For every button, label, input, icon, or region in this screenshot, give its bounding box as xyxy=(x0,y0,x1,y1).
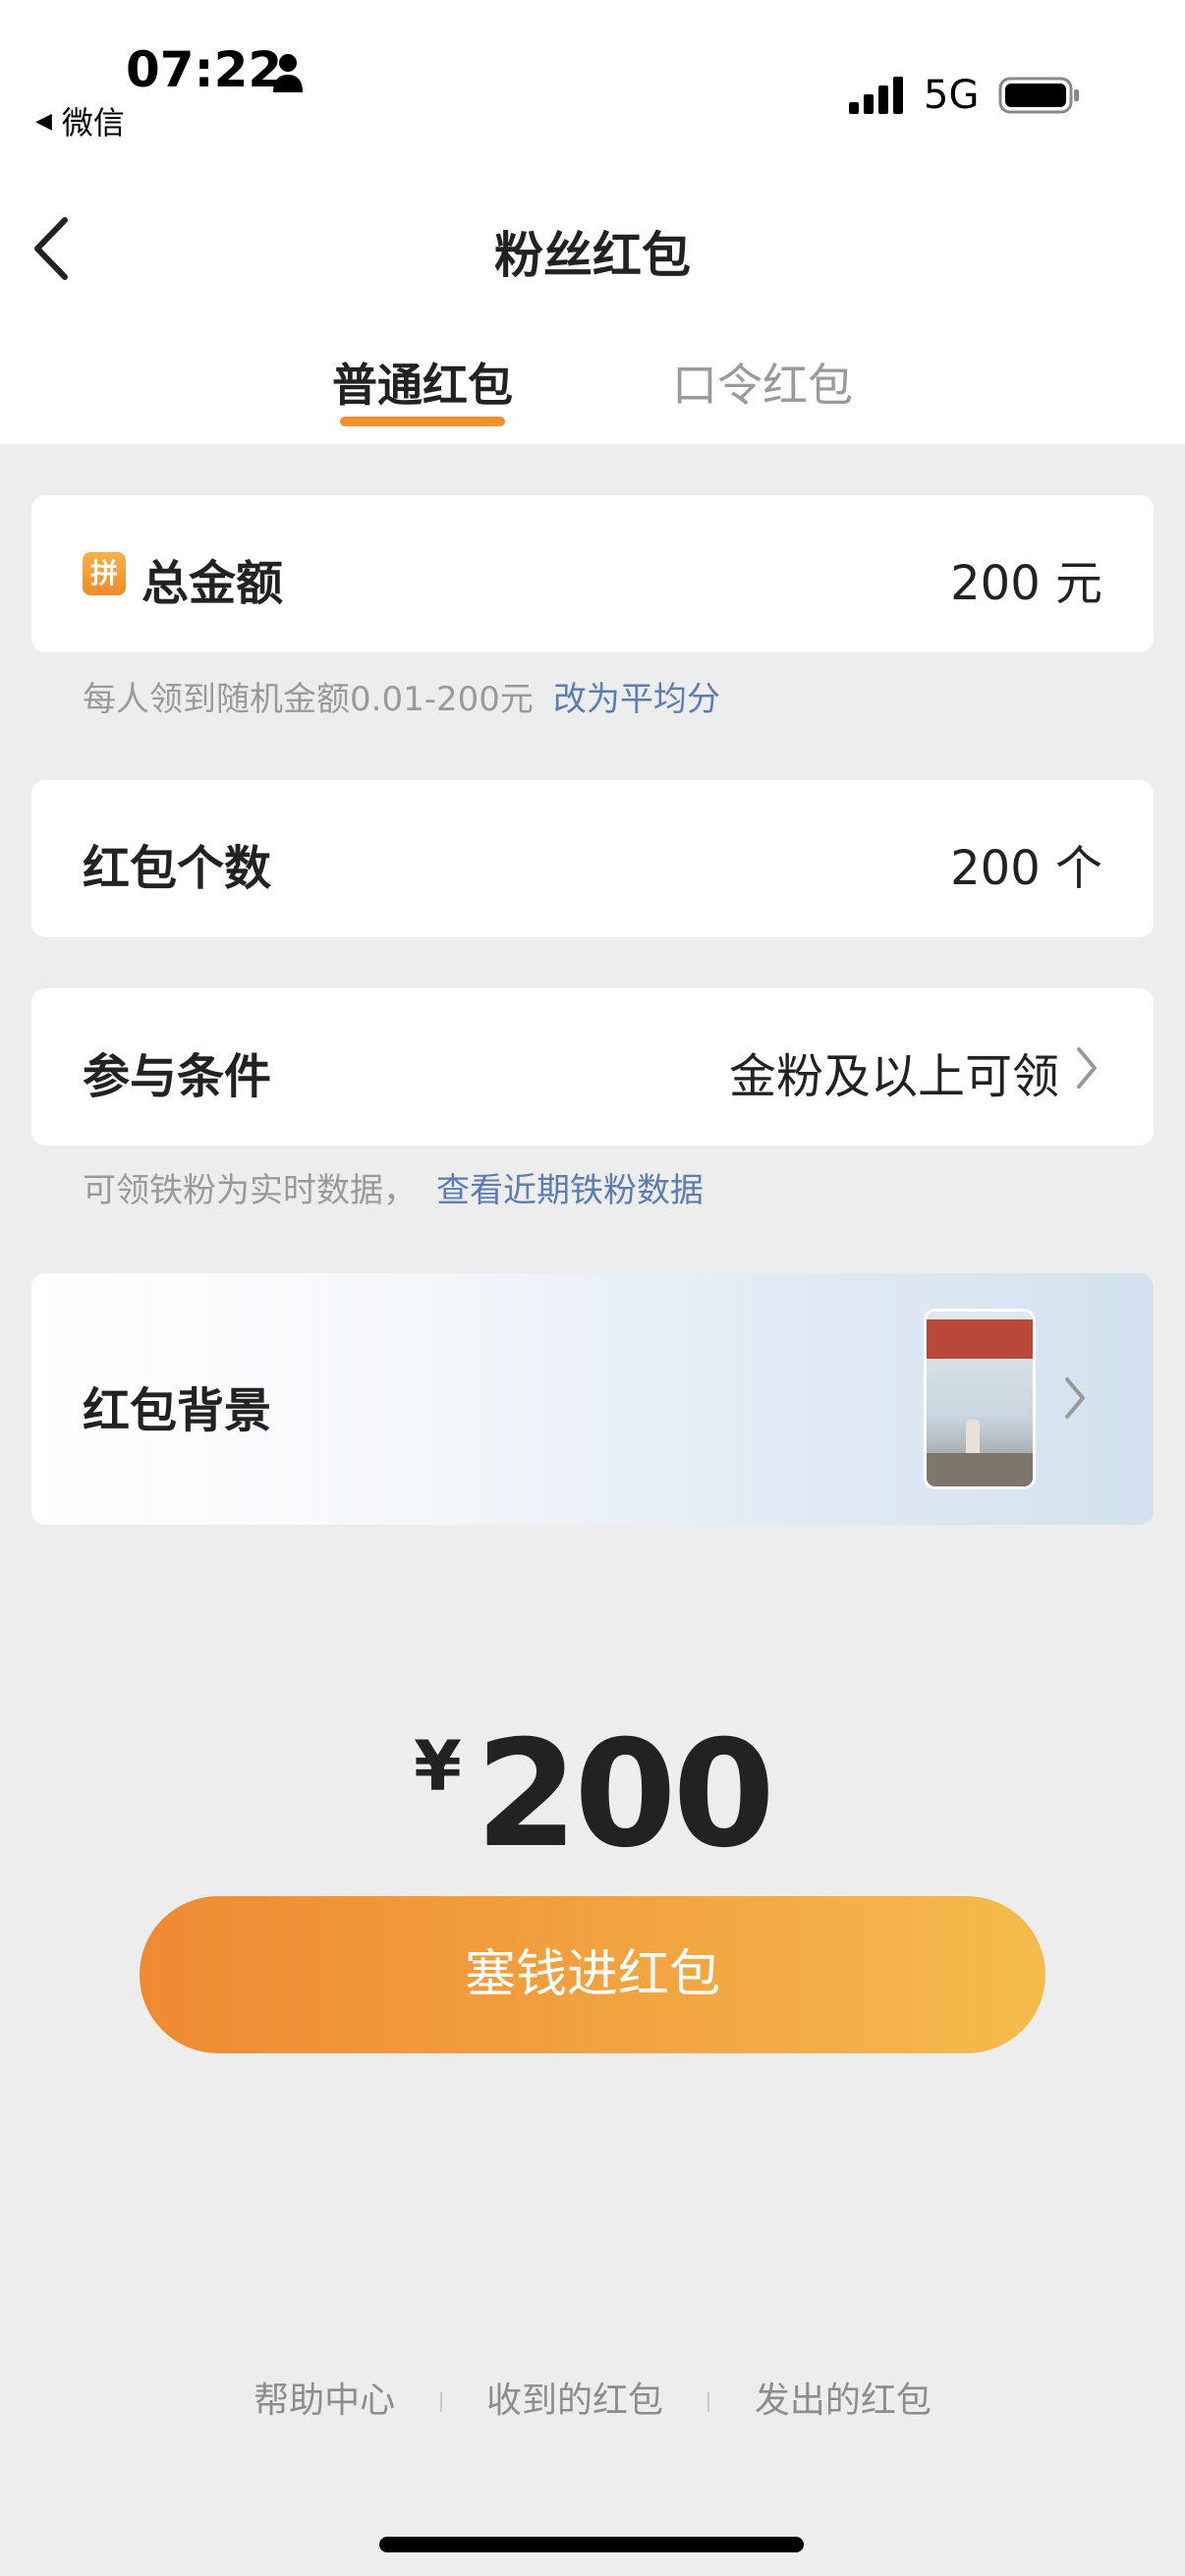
count-value[interactable]: 200 个 xyxy=(950,829,1102,898)
send-red-packet-button[interactable]: 塞钱进红包 xyxy=(140,1896,1045,2053)
view-fans-data-link[interactable]: 查看近期铁粉数据 xyxy=(436,1171,704,1210)
total-amount-hint: 每人领到随机金额0.01-200元 改为平均分 xyxy=(83,672,720,720)
back-app-label: 微信 xyxy=(61,104,125,141)
tab-normal[interactable]: 普通红包 xyxy=(332,350,513,415)
condition-hint: 可领铁粉为实时数据， 查看近期铁粉数据 xyxy=(83,1163,704,1211)
background-thumbnail[interactable] xyxy=(924,1309,1036,1489)
divider xyxy=(707,2392,710,2412)
thumb-ground xyxy=(927,1453,1033,1486)
amount-value: 200 xyxy=(475,1709,775,1880)
back-triangle-icon: ◀ xyxy=(35,108,52,134)
chevron-right-icon xyxy=(1077,1047,1097,1089)
hint-text: 每人领到随机金额0.01-200元 xyxy=(83,680,534,719)
back-to-app[interactable]: ◀ 微信 xyxy=(35,98,125,143)
amount-summary: ¥200 xyxy=(0,1709,1185,1880)
background-label: 红包背景 xyxy=(83,1383,272,1438)
divider xyxy=(439,2392,442,2412)
status-time: 07:22 xyxy=(126,41,283,98)
thumb-banner xyxy=(927,1319,1033,1359)
condition-hint-text: 可领铁粉为实时数据， xyxy=(83,1171,417,1210)
received-packets-link[interactable]: 收到的红包 xyxy=(486,2372,663,2423)
chevron-right-icon xyxy=(1065,1377,1085,1419)
switch-to-average-link[interactable]: 改为平均分 xyxy=(553,680,720,719)
footer-links: 帮助中心 收到的红包 发出的红包 xyxy=(0,2372,1185,2423)
battery-icon xyxy=(998,77,1079,114)
count-label: 红包个数 xyxy=(83,841,272,896)
total-amount-label: 总金额 xyxy=(141,556,284,611)
total-amount-row[interactable]: 拼 总金额 200 元 xyxy=(31,495,1154,652)
help-center-link[interactable]: 帮助中心 xyxy=(254,2372,395,2423)
tab-password[interactable]: 口令红包 xyxy=(672,350,853,415)
total-amount-value[interactable]: 200 元 xyxy=(950,544,1102,613)
sent-packets-link[interactable]: 发出的红包 xyxy=(755,2372,931,2423)
currency-symbol: ¥ xyxy=(414,1726,462,1807)
home-indicator[interactable] xyxy=(379,2537,804,2552)
condition-row[interactable]: 参与条件 金粉及以上可领 xyxy=(31,988,1154,1146)
page-title: 粉丝红包 xyxy=(494,227,691,284)
active-tab-indicator xyxy=(340,417,505,426)
condition-label: 参与条件 xyxy=(83,1049,272,1104)
count-row[interactable]: 红包个数 200 个 xyxy=(31,780,1154,937)
signal-icon xyxy=(849,77,903,114)
pin-badge-icon[interactable]: 拼 xyxy=(83,552,126,595)
condition-value: 金粉及以上可领 xyxy=(728,1049,1059,1104)
person-icon xyxy=(273,54,303,92)
network-type: 5G xyxy=(924,73,980,118)
